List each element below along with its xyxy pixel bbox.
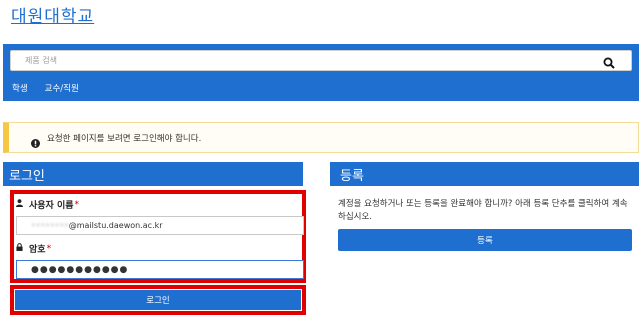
login-form: 사용자 이름 * •••••••• @mailstu.daewon.ac.kr 암호… bbox=[10, 190, 306, 283]
required-mark: * bbox=[46, 243, 52, 254]
login-required-alert: 요청한 페이지를 보려면 로그인해야 합니다. bbox=[3, 122, 639, 153]
password-label-text: 암호 bbox=[29, 245, 46, 255]
nav-item-faculty-staff[interactable]: 교수/직원 bbox=[45, 82, 79, 94]
username-label: 사용자 이름 * bbox=[16, 198, 79, 211]
login-panel-title: 로그인 bbox=[3, 162, 303, 186]
exclamation-circle-icon bbox=[31, 133, 40, 148]
register-button[interactable]: 등록 bbox=[338, 229, 632, 251]
login-button[interactable]: 로그인 bbox=[15, 290, 301, 310]
user-icon bbox=[16, 199, 29, 210]
username-field[interactable]: •••••••• @mailstu.daewon.ac.kr bbox=[16, 216, 304, 235]
password-label: 암호 * bbox=[16, 242, 51, 255]
site-title-link[interactable]: 대원대학교 bbox=[11, 2, 94, 27]
search-box bbox=[10, 50, 632, 71]
search-input[interactable] bbox=[11, 51, 591, 70]
username-label-text: 사용자 이름 bbox=[29, 201, 74, 211]
username-value: @mailstu.daewon.ac.kr bbox=[68, 221, 163, 230]
required-mark: * bbox=[74, 199, 80, 210]
password-field[interactable]: ●●●●●●●●●●● bbox=[16, 260, 304, 279]
nav-item-students[interactable]: 학생 bbox=[12, 82, 28, 94]
alert-message: 요청한 페이지를 보려면 로그인해야 합니다. bbox=[47, 133, 202, 144]
password-value: ●●●●●●●●●●● bbox=[31, 264, 129, 275]
login-button-highlight: 로그인 bbox=[10, 285, 306, 315]
username-redacted-prefix: •••••••• bbox=[31, 221, 69, 230]
register-description: 계정을 요청하거나 또는 등록을 완료해야 합니까? 아래 등록 단추를 클릭하… bbox=[338, 199, 628, 222]
search-icon[interactable] bbox=[603, 54, 617, 69]
lock-icon bbox=[16, 243, 29, 254]
navbar: 학생 교수/직원 bbox=[3, 44, 639, 101]
register-panel-title: 등록 bbox=[330, 162, 639, 186]
nav-menu: 학생 교수/직원 bbox=[12, 82, 79, 94]
